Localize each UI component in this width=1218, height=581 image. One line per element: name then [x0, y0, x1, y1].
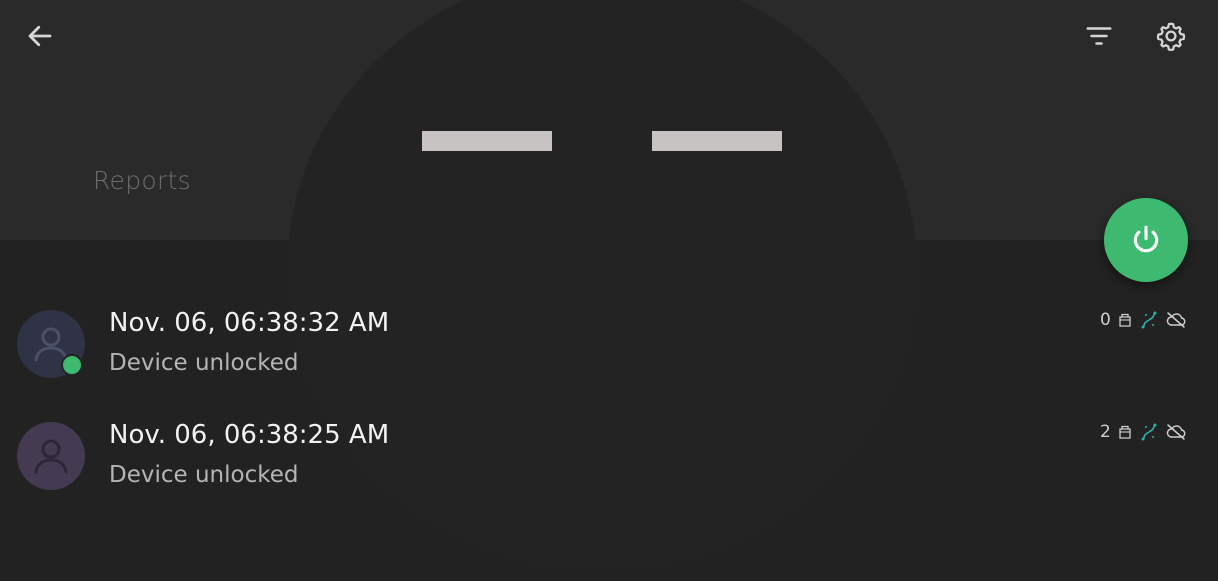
cloud-off-icon — [1165, 311, 1187, 329]
event-row[interactable]: Nov. 06, 06:38:32 AM Device unlocked 0 — [0, 290, 1218, 402]
connection-icon — [1139, 311, 1159, 329]
settings-button[interactable] — [1147, 12, 1195, 60]
event-meta: 2 — [1100, 420, 1187, 444]
power-button[interactable] — [1104, 198, 1188, 282]
reports-title: Reports — [93, 166, 191, 195]
lock-eye-left — [422, 131, 552, 151]
event-row[interactable]: Nov. 06, 06:38:25 AM Device unlocked 2 — [0, 402, 1218, 514]
event-description: Device unlocked — [109, 462, 299, 488]
event-list: Nov. 06, 06:38:32 AM Device unlocked 0 N… — [0, 290, 1218, 514]
gear-icon — [1156, 22, 1186, 51]
event-datetime: Nov. 06, 06:38:25 AM — [109, 420, 390, 450]
event-meta: 0 — [1100, 308, 1187, 332]
event-datetime: Nov. 06, 06:38:32 AM — [109, 308, 390, 338]
filter-icon — [1086, 27, 1112, 45]
box-icon — [1117, 424, 1133, 440]
power-icon — [1133, 225, 1159, 253]
filter-button[interactable] — [1075, 12, 1123, 60]
back-button[interactable] — [16, 12, 64, 60]
connection-icon — [1139, 423, 1159, 441]
avatar — [17, 422, 85, 490]
cloud-off-icon — [1165, 423, 1187, 441]
event-description: Device unlocked — [109, 350, 299, 376]
user-icon — [34, 439, 68, 474]
app-screen: Reports Nov. 06, 06:38:32 AM Device unlo… — [0, 0, 1218, 581]
online-status-dot — [61, 354, 83, 376]
arrow-left-icon — [28, 25, 52, 47]
box-icon — [1117, 312, 1133, 328]
event-count: 0 — [1100, 310, 1111, 330]
lock-eye-right — [652, 131, 782, 151]
event-count: 2 — [1100, 422, 1111, 442]
